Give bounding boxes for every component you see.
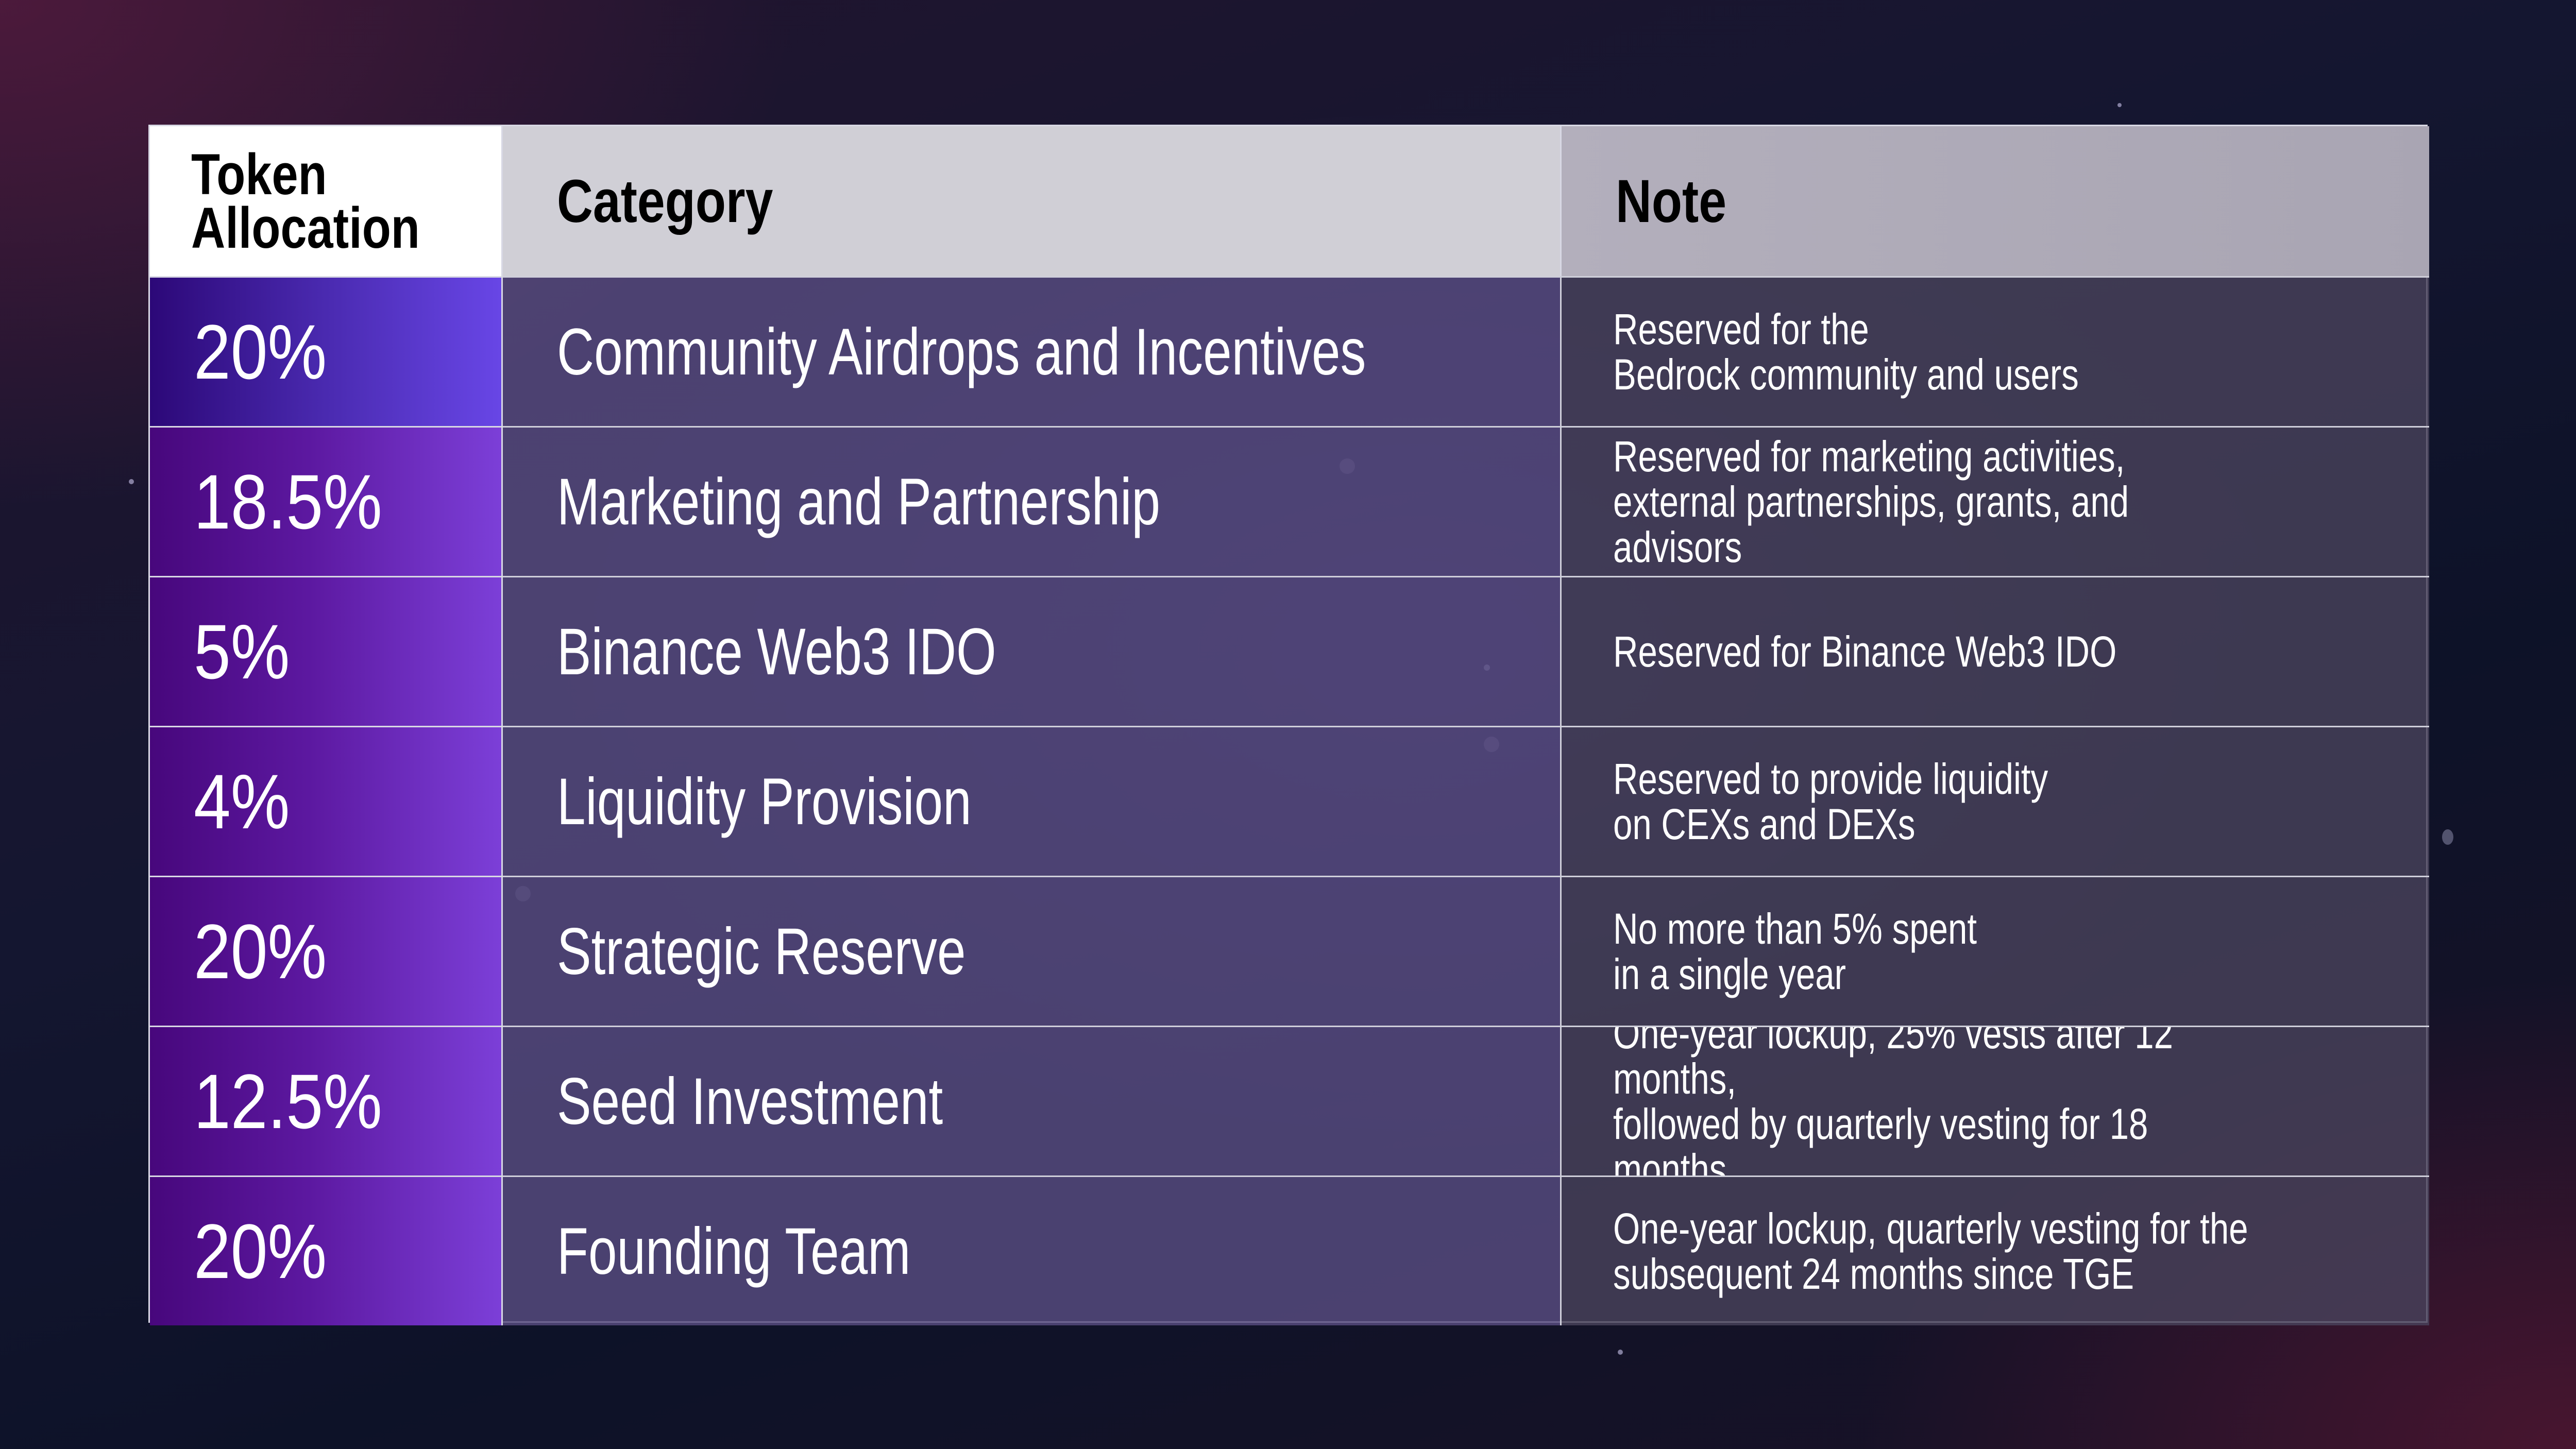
row-allocation: 18.5%	[150, 426, 503, 576]
row-category: Strategic Reserve	[503, 876, 1562, 1026]
note-text: No more than 5% spent in a single year	[1613, 905, 1977, 998]
category-name: Founding Team	[557, 1214, 911, 1288]
row-category: Founding Team	[503, 1175, 1562, 1325]
row-allocation: 12.5%	[150, 1026, 503, 1175]
row-category: Seed Investment	[503, 1026, 1562, 1175]
category-name: Seed Investment	[557, 1064, 943, 1138]
star-decoration	[129, 479, 134, 484]
row-note: Reserved for the Bedrock community and u…	[1562, 276, 2429, 426]
allocation-percent: 20%	[194, 1207, 327, 1294]
category-name: Marketing and Partnership	[557, 465, 1160, 539]
header-category: Category	[503, 126, 1562, 276]
row-note: Reserved to provide liquidity on CEXs an…	[1562, 726, 2429, 876]
row-category: Liquidity Provision	[503, 726, 1562, 876]
star-decoration	[2117, 103, 2122, 107]
note-text: Reserved for the Bedrock community and u…	[1613, 305, 2079, 399]
row-note: Reserved for marketing activities, exter…	[1562, 426, 2429, 576]
allocation-percent: 20%	[194, 308, 327, 395]
allocation-percent: 18.5%	[194, 458, 382, 545]
row-note: One-year lockup, quarterly vesting for t…	[1562, 1175, 2429, 1325]
note-text: One-year lockup, 25% vests after 12 mont…	[1613, 1026, 2173, 1175]
row-category: Marketing and Partnership	[503, 426, 1562, 576]
note-text: Reserved for marketing activities, exter…	[1613, 432, 2129, 571]
allocation-percent: 20%	[194, 908, 327, 995]
row-note: One-year lockup, 25% vests after 12 mont…	[1562, 1026, 2429, 1175]
header-note-label: Note	[1616, 167, 1727, 235]
note-text: One-year lockup, quarterly vesting for t…	[1613, 1204, 2248, 1298]
star-decoration	[1618, 1350, 1623, 1355]
allocation-percent: 12.5%	[194, 1058, 382, 1145]
note-text: Reserved for Binance Web3 IDO	[1613, 627, 2117, 676]
category-name: Binance Web3 IDO	[557, 615, 996, 689]
header-note: Note	[1562, 126, 2429, 276]
note-text: Reserved to provide liquidity on CEXs an…	[1613, 755, 2048, 848]
row-allocation: 20%	[150, 1175, 503, 1325]
header-token-allocation-label: Token Allocation	[191, 142, 420, 260]
header-token-allocation: Token Allocation	[150, 126, 503, 276]
star-decoration	[2442, 829, 2453, 845]
row-allocation: 4%	[150, 726, 503, 876]
category-name: Community Airdrops and Incentives	[557, 315, 1366, 389]
allocation-percent: 5%	[194, 608, 290, 695]
header-category-label: Category	[557, 167, 773, 235]
category-name: Strategic Reserve	[557, 914, 966, 988]
row-note: Reserved for Binance Web3 IDO	[1562, 576, 2429, 726]
row-allocation: 5%	[150, 576, 503, 726]
row-allocation: 20%	[150, 276, 503, 426]
row-allocation: 20%	[150, 876, 503, 1026]
allocation-percent: 4%	[194, 758, 290, 845]
category-name: Liquidity Provision	[557, 764, 972, 839]
token-allocation-table: Token Allocation Category Note 20% Commu…	[148, 125, 2429, 1325]
row-category: Binance Web3 IDO	[503, 576, 1562, 726]
row-category: Community Airdrops and Incentives	[503, 276, 1562, 426]
row-note: No more than 5% spent in a single year	[1562, 876, 2429, 1026]
